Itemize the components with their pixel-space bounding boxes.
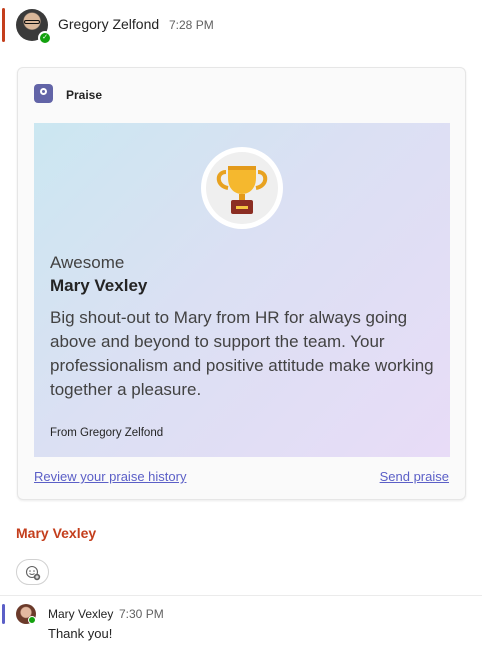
praise-from: From Gregory Zelfond <box>50 427 164 439</box>
reply-text: Thank you! <box>48 626 113 641</box>
add-reaction-button[interactable] <box>16 559 49 585</box>
praise-card: Praise Awesome Mary Vexley Big shout-out… <box>17 67 466 500</box>
sender-name[interactable]: Gregory Zelfond <box>58 16 159 32</box>
presence-available-icon: ✓ <box>38 31 52 45</box>
reply-timestamp: 7:30 PM <box>119 607 164 621</box>
send-praise-link[interactable]: Send praise <box>380 469 449 484</box>
message-timestamp: 7:28 PM <box>169 18 214 32</box>
message-accent-bar <box>2 8 5 42</box>
reply-sender-name[interactable]: Mary Vexley <box>48 607 113 621</box>
add-reaction-icon <box>25 565 41 581</box>
praise-app-icon <box>34 84 53 103</box>
avatar-glasses <box>24 20 40 24</box>
praise-message: Big shout-out to Mary from HR for always… <box>50 308 434 399</box>
reply-avatar[interactable] <box>16 604 36 624</box>
avatar[interactable]: ✓ <box>16 9 52 45</box>
trophy-icon <box>216 166 268 214</box>
reply-presence-available-icon <box>28 616 36 624</box>
trophy-badge <box>201 147 283 229</box>
message-header: ✓ Gregory Zelfond 7:28 PM <box>0 0 482 50</box>
praise-type: Awesome <box>50 253 125 272</box>
card-app-label: Praise <box>66 88 103 102</box>
praise-recipient: Mary Vexley <box>50 276 148 295</box>
mention-tag[interactable]: Mary Vexley <box>16 525 96 541</box>
reply-message: Mary Vexley 7:30 PM Thank you! <box>0 596 482 647</box>
review-praise-history-link[interactable]: Review your praise history <box>34 469 186 484</box>
praise-panel: Awesome Mary Vexley Big shout-out to Mar… <box>34 123 450 457</box>
reply-accent-bar <box>2 604 5 624</box>
